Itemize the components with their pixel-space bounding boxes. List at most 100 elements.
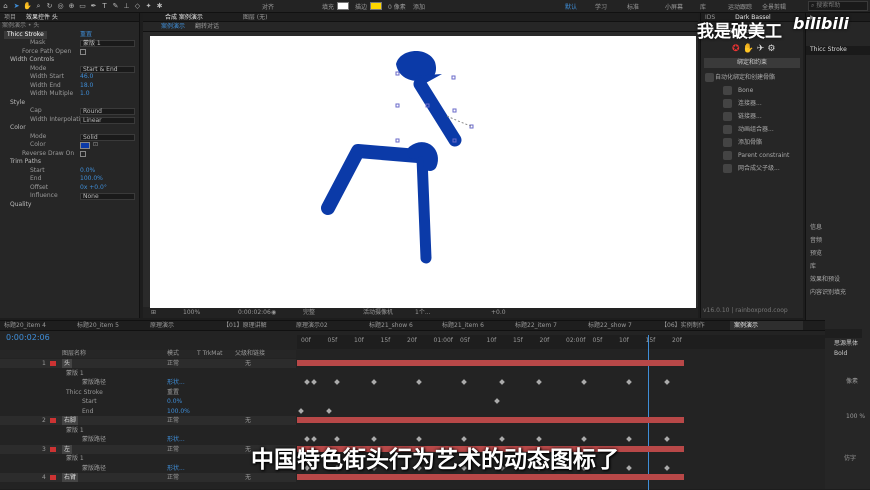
label-color-chip[interactable] bbox=[50, 361, 56, 366]
roto-tool-icon[interactable]: ✦ bbox=[144, 2, 153, 11]
selection-tool-icon[interactable]: ➤ bbox=[12, 2, 21, 11]
effect-property-checkbox[interactable] bbox=[80, 150, 86, 157]
stroke-label[interactable]: 描边 bbox=[355, 2, 367, 11]
layer-track[interactable] bbox=[297, 397, 825, 406]
duik-command-7[interactable]: 网合成父子级... bbox=[701, 162, 803, 175]
layer-name[interactable]: 蒙版路径 bbox=[82, 378, 106, 387]
layer-name[interactable]: 右脚 bbox=[62, 416, 79, 425]
layer-track[interactable] bbox=[297, 407, 825, 416]
effect-property-row[interactable]: Color bbox=[0, 124, 139, 133]
comp-tab[interactable]: 【01】原理讲解 bbox=[219, 321, 292, 330]
layer-parent[interactable]: 无 bbox=[245, 416, 251, 425]
layer-mode[interactable]: 正常 bbox=[167, 416, 179, 425]
camera-tool-icon[interactable]: ◎ bbox=[56, 2, 65, 11]
effect-property-row[interactable]: Mask 蒙版 1 bbox=[0, 39, 139, 48]
comp-tab[interactable]: 标题21_show 6 bbox=[365, 321, 438, 330]
duik-command-4[interactable]: 动画组合器... bbox=[701, 123, 803, 136]
duik-command-2[interactable]: 连接器... bbox=[701, 97, 803, 110]
effect-property-value[interactable]: 100.0% bbox=[80, 175, 103, 184]
layer-mode[interactable]: 正常 bbox=[167, 473, 179, 482]
duik-command-5[interactable]: 添加骨骼 bbox=[701, 136, 803, 149]
layer-name[interactable]: 蒙版 1 bbox=[66, 369, 84, 378]
fill-swatch[interactable] bbox=[337, 2, 349, 10]
eraser-tool-icon[interactable]: ◇ bbox=[133, 2, 142, 11]
timecode-display[interactable]: 0:00:02:06 bbox=[238, 307, 271, 318]
layer-mode[interactable]: 100.0% bbox=[167, 407, 190, 416]
stroke-swatch[interactable] bbox=[370, 2, 382, 10]
label-color-chip[interactable] bbox=[50, 418, 56, 423]
comp-tab[interactable]: 【06】实例制作 bbox=[657, 321, 730, 330]
effect-property-dropdown[interactable]: Start & End bbox=[80, 65, 135, 73]
exposure-value[interactable]: +0.0 bbox=[491, 307, 506, 318]
comp-tab[interactable]: 标题22_show 7 bbox=[584, 321, 657, 330]
magnify-icon[interactable]: ⊞ bbox=[151, 307, 156, 318]
layer-track[interactable] bbox=[297, 369, 825, 378]
keyframe[interactable] bbox=[494, 398, 500, 404]
duik-command-1[interactable]: Bone bbox=[701, 84, 803, 97]
link-icon[interactable]: ✈ bbox=[757, 44, 768, 54]
layer-name[interactable]: Start bbox=[82, 397, 97, 406]
effect-property-dropdown[interactable]: 蒙版 1 bbox=[80, 40, 135, 47]
effect-property-dropdown[interactable]: Solid bbox=[80, 133, 135, 141]
panel-item[interactable]: 效果和预设 bbox=[810, 273, 870, 286]
duik-command-0[interactable]: 自动化绑定和创建骨骼 bbox=[701, 71, 803, 84]
clone-tool-icon[interactable]: ⊥ bbox=[122, 2, 131, 11]
duik-command-6[interactable]: Parent constraint bbox=[701, 149, 803, 162]
layer-track[interactable] bbox=[297, 473, 825, 482]
time-ruler[interactable]: 00f 05f 10f 15f 20f 01:00f 05f 10f 15f 20f 02:00f 0… bbox=[297, 335, 825, 349]
mask-vertex[interactable] bbox=[395, 103, 400, 108]
layer-mode[interactable]: 形状... bbox=[167, 378, 185, 387]
effect-property-row[interactable]: Start 0.0% bbox=[0, 167, 139, 176]
type-tool-icon[interactable]: T bbox=[100, 2, 109, 11]
pan-behind-tool-icon[interactable]: ⊕ bbox=[67, 2, 76, 11]
layer-name-field[interactable]: Thicc Stroke bbox=[806, 46, 870, 55]
keyframe[interactable] bbox=[498, 379, 505, 385]
section-bar[interactable]: 绑定和约束 bbox=[704, 57, 800, 68]
mask-vertex[interactable] bbox=[452, 108, 457, 113]
effect-property-row[interactable]: Offset 0x +0.0° bbox=[0, 184, 139, 193]
effect-property-value[interactable]: 1.0 bbox=[80, 90, 90, 99]
scale-percent[interactable]: 100 % bbox=[846, 413, 865, 420]
effect-property-row[interactable]: Mode Solid bbox=[0, 133, 139, 142]
layer-parent[interactable]: 无 bbox=[245, 359, 251, 368]
layer-mode[interactable]: 0.0% bbox=[167, 397, 182, 406]
workspace-panorama[interactable]: 全景剪辑 bbox=[762, 2, 786, 11]
effect-property-checkbox[interactable] bbox=[80, 48, 86, 55]
col-trkmat[interactable]: T TrkMat bbox=[197, 350, 223, 358]
effect-property-row[interactable]: Trim Paths bbox=[0, 158, 139, 167]
keyframe[interactable] bbox=[663, 379, 670, 385]
font-size-unit[interactable]: 像素 bbox=[846, 376, 858, 385]
mask-vertex[interactable] bbox=[395, 138, 400, 143]
views-select[interactable]: 1个... bbox=[415, 307, 431, 318]
table-row[interactable]: 蒙版路径 形状... bbox=[0, 378, 296, 387]
effect-property-row[interactable]: Cap Round bbox=[0, 107, 139, 116]
timeline-timecode[interactable]: 0:00:02:06 bbox=[6, 333, 50, 342]
font-style[interactable]: Bold bbox=[834, 350, 847, 357]
duik-toolbar[interactable]: ✪✋✈⚙ bbox=[704, 43, 800, 55]
keyframe[interactable] bbox=[297, 407, 304, 414]
table-row[interactable]: Thicc Stroke 重置 bbox=[0, 388, 296, 397]
layer-name[interactable]: End bbox=[82, 407, 93, 416]
effect-property-row[interactable]: Width Controls bbox=[0, 56, 139, 65]
hand-tool-icon[interactable]: ✋ bbox=[23, 2, 32, 11]
keyframe[interactable] bbox=[536, 379, 542, 385]
effect-property-row[interactable]: Color ⊡ bbox=[0, 141, 139, 150]
layer-mode[interactable]: 正常 bbox=[167, 359, 179, 368]
keyframe[interactable] bbox=[461, 379, 467, 385]
effect-property-value[interactable]: 46.0 bbox=[80, 73, 93, 82]
comp-tab[interactable]: 案例演示 bbox=[730, 321, 803, 330]
effect-property-row[interactable]: Mode Start & End bbox=[0, 65, 139, 74]
panel-item[interactable]: 信息 bbox=[810, 221, 870, 234]
eyedropper-icon[interactable]: ⊡ bbox=[93, 141, 98, 150]
mask-vertex[interactable] bbox=[395, 71, 400, 76]
brush-tool-icon[interactable]: ✎ bbox=[111, 2, 120, 11]
comp-tab[interactable]: 标题22_item 7 bbox=[511, 321, 584, 330]
effect-property-row[interactable]: Width End 18.0 bbox=[0, 82, 139, 91]
workspace-motion-tracking[interactable]: 运动跟踪 bbox=[728, 2, 752, 11]
workspace-learn[interactable]: 学习 bbox=[595, 2, 607, 11]
bone-icon[interactable]: ✋ bbox=[743, 44, 757, 54]
label-color-chip[interactable] bbox=[50, 475, 56, 480]
effect-property-value[interactable]: 18.0 bbox=[80, 82, 93, 91]
layer-parent[interactable]: 无 bbox=[245, 473, 251, 482]
tab-project[interactable]: 项目 bbox=[0, 13, 20, 21]
